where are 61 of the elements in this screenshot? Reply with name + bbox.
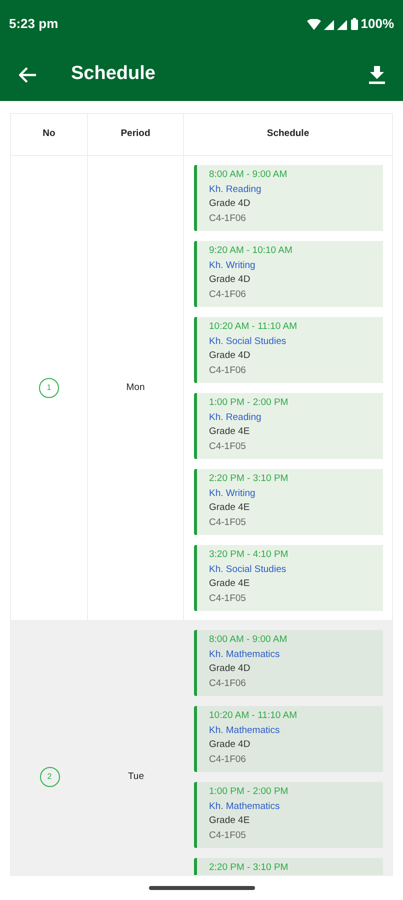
battery-level: 100% — [360, 15, 394, 34]
wifi-icon — [306, 18, 321, 30]
session-time: 9:20 AM - 10:10 AM — [209, 244, 292, 258]
session-card[interactable]: 10:20 AM - 11:10 AM Kh. Mathematics Grade 4D C4-1F06 — [194, 706, 383, 772]
session-time: 2:20 PM - 3:10 PM — [209, 472, 288, 486]
room-text: C4-1F06 — [209, 288, 246, 302]
session-time: 8:00 AM - 9:00 AM — [209, 633, 288, 647]
session-card[interactable]: 9:20 AM - 10:10 AM Kh. Writing Grade 4D C4-1F06 — [194, 241, 383, 307]
session-card[interactable]: 2:20 PM - 3:10 PM Kh. Writing Grade 4E C4-1F05 — [194, 469, 383, 535]
grade-text: Grade 4D — [209, 349, 250, 363]
back-button[interactable] — [18, 64, 38, 84]
subject-name: Kh. Writing — [209, 486, 256, 500]
session-card[interactable]: 8:00 AM - 9:00 AM Kh. Mathematics Grade 4D C4-1F06 — [194, 630, 383, 696]
status-time: 5:23 pm — [9, 15, 58, 34]
session-time: 1:00 PM - 2:00 PM — [209, 396, 288, 410]
day-name: Mon — [126, 380, 145, 395]
room-text: C4-1F06 — [209, 364, 246, 378]
download-button[interactable] — [369, 66, 385, 84]
grade-text: Grade 4E — [209, 501, 250, 515]
row-number: 2 — [40, 767, 60, 787]
room-text: C4-1F05 — [209, 828, 246, 842]
room-text: C4-1F05 — [209, 592, 246, 606]
grade-text: Grade 4E — [209, 425, 250, 439]
room-text: C4-1F05 — [209, 516, 246, 530]
subject-name: Kh. Reading — [209, 182, 262, 196]
session-time: 10:20 AM - 11:10 AM — [209, 709, 298, 723]
session-card[interactable]: 1:00 PM - 2:00 PM Kh. Mathematics Grade 4E C4-1F05 — [194, 782, 383, 848]
screen-title: Schedule — [71, 62, 156, 86]
session-card[interactable]: 3:20 PM - 4:10 PM Kh. Social Studies Grade 4E C4-1F05 — [194, 545, 383, 611]
session-card[interactable]: 1:00 PM - 2:00 PM Kh. Reading Grade 4E C4-1F05 — [194, 393, 383, 459]
grade-text: Grade 4D — [209, 738, 250, 752]
subject-name: Kh. Mathematics — [209, 724, 280, 738]
battery-icon — [350, 18, 358, 30]
grade-text: Grade 4E — [209, 577, 250, 591]
subject-name: Kh. Social Studies — [209, 562, 286, 576]
signal-icon — [324, 18, 348, 30]
grade-text: Grade 4D — [209, 197, 250, 211]
subject-name: Kh. Reading — [209, 410, 262, 424]
column-header: Period — [120, 127, 150, 142]
subject-name: Kh. Writing — [209, 258, 256, 272]
subject-name: Kh. Social Studies — [209, 334, 286, 348]
room-text: C4-1F05 — [209, 440, 246, 454]
session-time: 1:00 PM - 2:00 PM — [209, 785, 288, 799]
column-header: Schedule — [266, 127, 310, 142]
session-card[interactable]: 8:00 AM - 9:00 AM Kh. Reading Grade 4D C4-1F06 — [194, 165, 383, 231]
grade-text: Grade 4D — [209, 662, 250, 676]
session-card[interactable]: 10:20 AM - 11:10 AM Kh. Social Studies Grade 4D C4-1F06 — [194, 317, 383, 383]
session-time: 2:20 PM - 3:10 PM — [209, 861, 288, 875]
column-header: No — [42, 127, 56, 142]
session-time: 10:20 AM - 11:10 AM — [209, 320, 298, 334]
grade-text: Grade 4D — [209, 273, 250, 287]
session-time: 3:20 PM - 4:10 PM — [209, 548, 288, 562]
subject-name: Kh. Mathematics — [209, 648, 280, 662]
day-name: Tue — [128, 770, 144, 784]
row-number: 1 — [39, 378, 59, 398]
grade-text: Grade 4E — [209, 814, 250, 828]
room-text: C4-1F06 — [209, 752, 246, 766]
room-text: C4-1F06 — [209, 676, 246, 690]
room-text: C4-1F06 — [209, 212, 246, 226]
session-time: 8:00 AM - 9:00 AM — [209, 168, 288, 182]
subject-name: Kh. Mathematics — [209, 800, 280, 814]
